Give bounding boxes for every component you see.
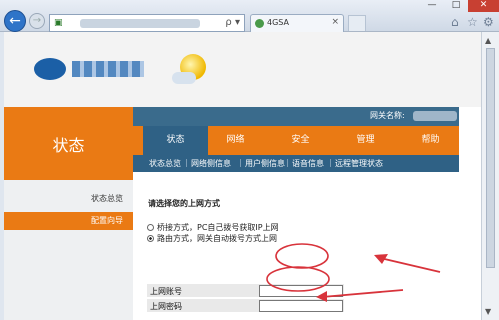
address-bar[interactable]: ▣ ρ ▾ bbox=[49, 14, 245, 32]
account-label: 上网账号 bbox=[150, 287, 182, 296]
scroll-down-icon[interactable]: ▼ bbox=[485, 307, 491, 316]
account-input[interactable] bbox=[259, 285, 343, 297]
password-label: 上网密码 bbox=[150, 302, 182, 311]
gear-icon[interactable]: ⚙ bbox=[483, 15, 494, 29]
telecom-logo bbox=[34, 56, 144, 86]
minimize-button[interactable]: — bbox=[420, 0, 444, 12]
password-row: 上网密码 bbox=[147, 299, 344, 313]
nav-management[interactable]: 管理 bbox=[333, 126, 398, 155]
subnav-user-info[interactable]: 用户侧信息 bbox=[245, 158, 285, 169]
subnav-remote-status[interactable]: 远程管理状态 bbox=[335, 158, 383, 169]
sidebar-item-overview[interactable]: 状态总览 bbox=[4, 190, 133, 208]
nav-security[interactable]: 安全 bbox=[268, 126, 333, 155]
nav-status[interactable]: 状态 bbox=[143, 126, 208, 155]
status-heading-block: 状态 bbox=[4, 107, 133, 180]
page-header bbox=[4, 32, 481, 107]
vertical-scrollbar[interactable]: ▲ ▼ bbox=[481, 32, 499, 320]
close-window-button[interactable]: ✕ bbox=[468, 0, 499, 12]
back-arrow-icon[interactable]: ← bbox=[4, 10, 26, 32]
gateway-info-bar: 网关名称: bbox=[133, 107, 459, 126]
bridge-mode-option[interactable]: 桥接方式，PC自己拨号获取IP上网 bbox=[147, 222, 279, 233]
main-nav: 状态 网络 安全 管理 帮助 bbox=[133, 126, 459, 155]
gateway-name-value-blurred bbox=[413, 111, 457, 121]
sub-nav: 状态总览 | 网络侧信息 | 用户侧信息 | 语音信息 | 远程管理状态 bbox=[133, 155, 459, 172]
browser-tab[interactable]: 4GSA × bbox=[250, 14, 344, 32]
section-title: 请选择您的上网方式 bbox=[148, 199, 220, 208]
tab-title: 4GSA bbox=[267, 18, 289, 27]
home-icon[interactable]: ⌂ bbox=[451, 15, 459, 29]
route-mode-label: 路由方式，网关自动拨号方式上网 bbox=[157, 234, 277, 243]
gateway-name-label: 网关名称: bbox=[370, 111, 405, 120]
radio-bridge[interactable] bbox=[147, 224, 154, 231]
nav-network[interactable]: 网络 bbox=[203, 126, 268, 155]
account-row: 上网账号 bbox=[147, 284, 344, 298]
star-icon[interactable]: ☆ bbox=[467, 15, 478, 29]
forward-arrow-icon[interactable]: → bbox=[29, 13, 45, 29]
tab-close-icon[interactable]: × bbox=[331, 17, 339, 27]
main-content: 请选择您的上网方式 桥接方式，PC自己拨号获取IP上网 路由方式，网关自动拨号方… bbox=[133, 180, 481, 320]
address-text-blurred bbox=[80, 19, 200, 28]
sun-cloud-icon bbox=[172, 48, 212, 86]
status-heading: 状态 bbox=[52, 136, 85, 155]
browser-chrome: ← → ▣ ρ ▾ 4GSA × — □ ✕ ⌂ ☆ ⚙ bbox=[0, 0, 499, 32]
telecom-mark-icon bbox=[34, 58, 66, 80]
sidebar-item-wizard[interactable]: 配置向导 bbox=[4, 212, 133, 230]
scroll-thumb[interactable] bbox=[486, 48, 495, 268]
nav-help[interactable]: 帮助 bbox=[398, 126, 463, 155]
subnav-voice-info[interactable]: 语音信息 bbox=[292, 158, 324, 169]
telecom-wordmark bbox=[72, 61, 144, 77]
router-page: 网关名称: 状态 状态 网络 安全 管理 帮助 状态总览 | 网络侧信息 | 用… bbox=[4, 32, 481, 320]
page-icon: ▣ bbox=[54, 18, 63, 28]
new-tab-button[interactable] bbox=[348, 15, 366, 31]
radio-route[interactable] bbox=[147, 235, 154, 242]
search-dropdown-icon[interactable]: ρ ▾ bbox=[225, 17, 240, 28]
scroll-up-icon[interactable]: ▲ bbox=[485, 36, 491, 45]
maximize-button[interactable]: □ bbox=[444, 0, 468, 12]
route-mode-option[interactable]: 路由方式，网关自动拨号方式上网 bbox=[147, 233, 277, 244]
subnav-network-info[interactable]: 网络侧信息 bbox=[191, 158, 231, 169]
password-input[interactable] bbox=[259, 300, 343, 312]
tab-favicon-icon bbox=[255, 19, 264, 28]
sidebar: 状态总览 配置向导 bbox=[4, 180, 133, 320]
subnav-overview[interactable]: 状态总览 bbox=[149, 158, 181, 169]
bridge-mode-label: 桥接方式，PC自己拨号获取IP上网 bbox=[157, 223, 279, 232]
